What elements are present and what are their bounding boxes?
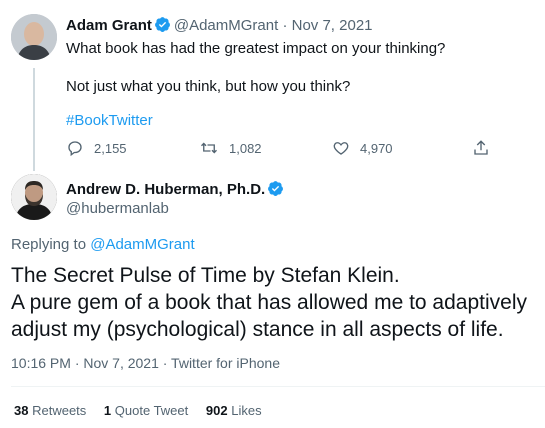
tweet2-timestamp[interactable]: 10:16 PM · Nov 7, 2021 · Twitter for iPh… <box>11 355 280 371</box>
tweet1-author-name[interactable]: Adam Grant <box>66 17 152 34</box>
tweet2-author-name[interactable]: Andrew D. Huberman, Ph.D. <box>66 181 265 198</box>
likes-count: 902 <box>205 403 228 418</box>
tweet1-separator: · <box>282 17 288 34</box>
reply-button[interactable]: 2,155 <box>66 139 127 157</box>
tweet2-text-line2: A pure gem of a book that has allowed me… <box>11 291 527 314</box>
divider <box>11 386 545 387</box>
tweet2-stats: 38 Retweets 1 Quote Tweet 902 Likes <box>14 403 276 418</box>
like-button[interactable]: 4,970 <box>332 139 393 157</box>
share-icon <box>474 140 488 155</box>
likes-stat[interactable]: 902 Likes <box>206 403 262 418</box>
likes-label: Likes <box>231 403 262 418</box>
share-button[interactable] <box>472 139 500 157</box>
tweet1-handle[interactable]: @AdamMGrant <box>174 17 278 34</box>
tweet2-handle[interactable]: @hubermanlab <box>66 200 169 217</box>
like-count: 4,970 <box>360 140 393 156</box>
tweet1-hashtag-link[interactable]: #BookTwitter <box>66 112 153 129</box>
tweet2-text-line3: adjust my (psychological) stance in all … <box>11 318 504 341</box>
tweet2-author-row: Andrew D. Huberman, Ph.D. <box>66 180 287 201</box>
huberman-avatar[interactable] <box>11 174 57 220</box>
tweet1-action-bar: 2,155 1,082 4,970 <box>66 139 506 161</box>
tweet2-text-line1: The Secret Pulse of Time by Stefan Klein… <box>11 264 400 287</box>
tweet1-text-line1: What book has had the greatest impact on… <box>66 40 446 57</box>
retweet-button[interactable]: 1,082 <box>199 139 262 157</box>
retweets-label: Retweets <box>32 403 87 418</box>
retweet-icon <box>201 142 217 154</box>
tweet2-body: The Secret Pulse of Time by Stefan Klein… <box>11 262 541 343</box>
reply-icon <box>68 141 82 157</box>
thread-connector-line <box>33 68 35 171</box>
quote-count: 1 <box>103 403 112 418</box>
tweet1-date[interactable]: Nov 7, 2021 <box>292 17 373 34</box>
retweets-count: 38 <box>14 403 29 418</box>
adam-grant-avatar[interactable] <box>11 14 57 60</box>
retweet-count: 1,082 <box>229 140 262 156</box>
replying-to-label: Replying to <box>11 236 87 253</box>
replying-to: Replying to @AdamMGrant <box>11 236 195 253</box>
tweet1-text-line2: Not just what you think, but how you thi… <box>66 78 351 95</box>
like-icon <box>333 142 349 155</box>
replying-to-handle-link[interactable]: @AdamMGrant <box>90 236 194 253</box>
tweet1-header: Adam Grant @AdamMGrant · Nov 7, 2021 <box>66 16 373 37</box>
reply-count: 2,155 <box>94 140 127 156</box>
quote-tweets-stat[interactable]: 1 Quote Tweet <box>104 403 188 418</box>
quote-label: Quote Tweet <box>114 403 189 418</box>
retweets-stat[interactable]: 38 Retweets <box>14 403 86 418</box>
verified-badge-icon <box>267 180 284 201</box>
verified-badge-icon <box>154 16 171 37</box>
